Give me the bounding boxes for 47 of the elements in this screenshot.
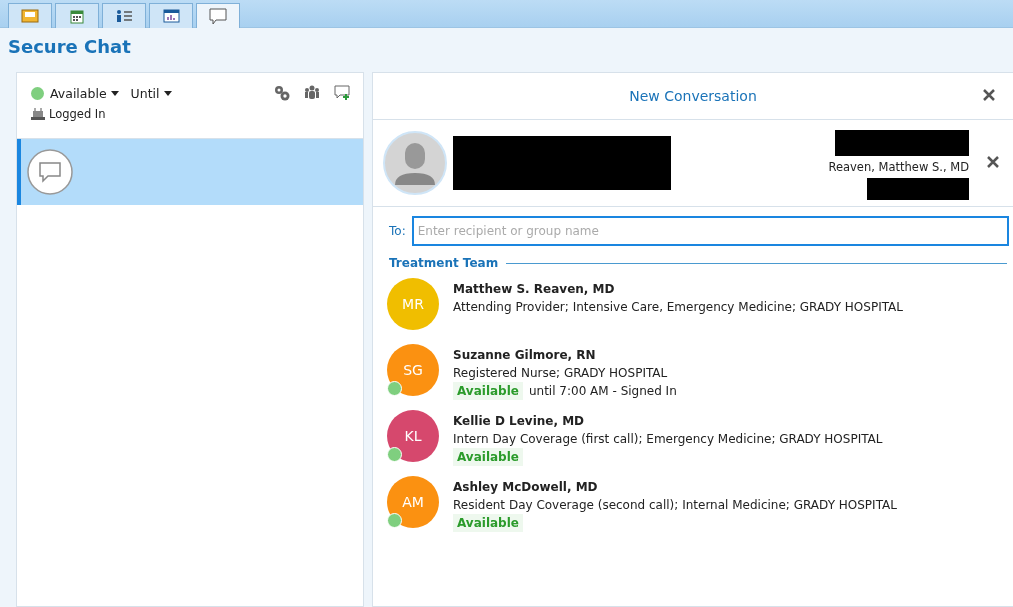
section-heading: Treatment Team [389, 256, 499, 270]
member-detail: Intern Day Coverage (first call); Emergency Medicine; GRADY HOSPITAL [453, 431, 883, 448]
member-row[interactable]: MR Matthew S. Reaven, MD Attending Provider; Intensive Care, Emergency Medicine; GRADY HOSPITAL [373, 270, 1013, 336]
member-detail: Resident Day Coverage (second call); Internal Medicine; GRADY HOSPITAL [453, 497, 897, 514]
gears-icon[interactable] [274, 85, 290, 101]
status-badge: Available [453, 448, 523, 466]
caret-icon [163, 90, 172, 96]
member-name: Kellie D Levine, MD [453, 413, 586, 430]
member-avatar: SG [387, 344, 439, 396]
caret-icon [110, 90, 119, 96]
avatar-icon [383, 131, 447, 195]
until-dropdown[interactable]: Until [130, 85, 172, 101]
sender-name: Reaven, Matthew S., MD [828, 160, 969, 174]
inbox-icon [21, 9, 39, 23]
status-note: until 7:00 AM - Signed In [528, 383, 677, 400]
member-row[interactable]: KL Kellie D Levine, MD Intern Day Coverage (first call); Emergency Medicine; GRADY HOSPITAL Available [373, 402, 1013, 468]
member-name: Matthew S. Reaven, MD [453, 281, 616, 298]
close-icon [983, 88, 995, 101]
group-icon[interactable] [304, 85, 320, 100]
workstation-icon [31, 108, 45, 120]
chart-icon [162, 9, 180, 23]
member-row[interactable]: SG Suzanne Gilmore, RN Registered Nurse; GRADY HOSPITAL Available until 7:00 AM - Signed In [373, 336, 1013, 402]
member-name: Suzanne Gilmore, RN [453, 347, 597, 364]
page-title: Secure Chat [7, 35, 132, 59]
status-badge: Available [453, 382, 523, 400]
member-row[interactable]: AM Ashley McDowell, MD Resident Day Coverage (second call); Internal Medicine; GRADY HOSPITAL Available [373, 468, 1013, 534]
member-detail: Registered Nurse; GRADY HOSPITAL [453, 365, 669, 382]
person-list-icon [115, 9, 133, 23]
calendar-icon [70, 8, 84, 24]
chat-bubble-icon [209, 7, 227, 25]
toolbar-tab[interactable] [102, 3, 146, 28]
toolbar-tab[interactable] [149, 3, 193, 28]
status-badge: Available [453, 514, 523, 532]
member-avatar: KL [387, 410, 439, 462]
panel-title: New Conversation [629, 88, 757, 104]
member-avatar: MR [387, 278, 439, 330]
member-detail: Attending Provider; Intensive Care, Emergency Medicine; GRADY HOSPITAL [453, 299, 903, 316]
chat-bubble-icon [27, 149, 73, 195]
new-chat-icon[interactable] [334, 85, 351, 101]
toolbar-tab[interactable] [55, 3, 99, 28]
to-label: To: [389, 224, 406, 238]
close-icon [987, 156, 999, 168]
recipient-field[interactable]: Enter recipient or group name [411, 216, 1009, 246]
status-dropdown[interactable]: Available [50, 85, 119, 101]
login-status: Logged In [49, 107, 106, 121]
member-avatar: AM [387, 476, 439, 528]
member-name: Ashley McDowell, MD [453, 479, 599, 496]
